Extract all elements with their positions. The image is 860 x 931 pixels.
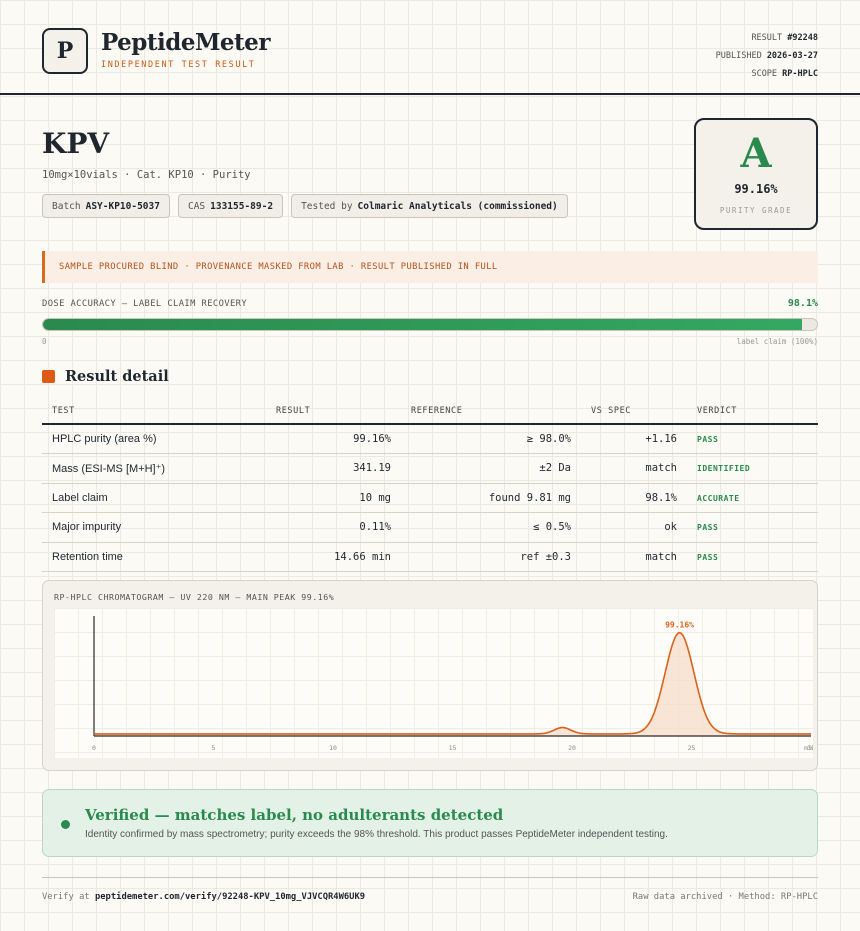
verified-dot-icon bbox=[61, 820, 70, 829]
table-row: Major impurity 0.11% ≤ 0.5% ok PASS bbox=[42, 513, 818, 543]
result-label: RESULT bbox=[751, 33, 783, 43]
cell-result: 14.66 min bbox=[334, 550, 391, 563]
x-axis-unit: min bbox=[804, 744, 813, 752]
cell-result: 0.11% bbox=[359, 521, 391, 534]
table-row: Mass (ESI-MS [M+H]⁺) 341.19 ±2 Da match … bbox=[42, 454, 818, 484]
chromatogram-title: RP-HPLC CHROMATOGRAM — UV 220 NM — MAIN … bbox=[54, 592, 335, 602]
grade-value: 99.16% bbox=[734, 182, 778, 196]
cell-vs-spec: match bbox=[645, 462, 677, 475]
cell-verdict: IDENTIFIED bbox=[697, 464, 751, 474]
cell-reference: ≥ 98.0% bbox=[526, 433, 571, 445]
table-row: HPLC purity (area %) 99.16% ≥ 98.0% +1.1… bbox=[42, 425, 818, 455]
footer-method: Raw data archived · Method: RP-HPLC bbox=[632, 892, 818, 902]
tested-by-chip: Tested by Colmaric Analyticals (commissio… bbox=[291, 194, 568, 218]
chip-label: CAS bbox=[187, 200, 206, 212]
dose-value: 98.1% bbox=[787, 298, 818, 309]
verified-banner: Verified — matches label, no adulterants… bbox=[42, 789, 818, 857]
x-tick-label: 15 bbox=[449, 744, 457, 752]
dose-max-label: label claim (100%) bbox=[736, 337, 818, 346]
header: P PeptideMeter INDEPENDENT TEST RESULT R… bbox=[0, 0, 860, 95]
cell-test: Major impurity bbox=[52, 521, 122, 534]
cell-verdict: PASS bbox=[697, 435, 719, 444]
logo[interactable]: P bbox=[42, 28, 88, 74]
dose-progress-fill bbox=[43, 319, 803, 330]
footer-verify: Verify at peptidemeter.com/verify/92248-… bbox=[42, 892, 365, 902]
cell-reference: ±2 Da bbox=[539, 462, 571, 475]
cell-verdict: PASS bbox=[697, 552, 719, 562]
x-tick-label: 25 bbox=[688, 744, 696, 752]
section-marker-icon bbox=[42, 370, 55, 383]
cell-reference: found 9.81 mg bbox=[488, 491, 571, 504]
chip-value: ASY-KP10-5037 bbox=[85, 200, 160, 212]
verified-description: Identity confirmed by mass spectrometry;… bbox=[85, 829, 668, 840]
cell-test: Label claim bbox=[52, 491, 108, 504]
scope-value: RP-HPLC bbox=[782, 69, 818, 79]
table-row: Label claim 10 mg found 9.81 mg 98.1% AC… bbox=[42, 484, 818, 514]
verify-prefix: Verify at bbox=[42, 892, 90, 902]
section-title: Result detail bbox=[65, 368, 169, 385]
cell-vs-spec: ok bbox=[664, 521, 677, 534]
header-verdict: VERDICT bbox=[697, 406, 738, 416]
x-tick-label: 0 bbox=[92, 744, 96, 752]
x-tick-label: 20 bbox=[568, 744, 576, 752]
cell-test: HPLC purity (area %) bbox=[52, 433, 157, 445]
header-vs-spec: VS SPEC bbox=[591, 406, 632, 416]
chromatogram-card: RP-HPLC CHROMATOGRAM — UV 220 NM — MAIN … bbox=[42, 580, 818, 771]
published-date: 2026-03-27 bbox=[766, 51, 818, 61]
cell-result: 341.19 bbox=[353, 462, 391, 475]
blind-notice: SAMPLE PROCURED BLIND · PROVENANCE MASKE… bbox=[42, 251, 818, 283]
footer-divider bbox=[42, 877, 818, 878]
cas-chip: CAS 133155-89-2 bbox=[177, 194, 284, 218]
chip-label: Tested by bbox=[301, 200, 353, 212]
cell-verdict: PASS bbox=[697, 523, 719, 533]
chip-value: 133155-89-2 bbox=[210, 200, 274, 212]
chromatogram-plot: 051015202530min99.16% bbox=[54, 608, 816, 758]
cell-verdict: ACCURATE bbox=[697, 493, 740, 503]
table-header: TEST RESULT REFERENCE VS SPEC VERDICT bbox=[42, 400, 818, 425]
cell-reference: ref ±0.3 bbox=[520, 550, 571, 563]
product-subtitle: 10mg×10vials · Cat. KP10 · Purity bbox=[42, 169, 251, 181]
x-tick-label: 10 bbox=[329, 744, 337, 752]
grade-label: PURITY GRADE bbox=[719, 206, 793, 215]
cell-result: 99.16% bbox=[353, 433, 391, 445]
peak-label: 99.16% bbox=[665, 621, 694, 630]
x-tick-label: 5 bbox=[212, 744, 216, 752]
dose-min-label: 0 bbox=[42, 337, 47, 346]
result-table: TEST RESULT REFERENCE VS SPEC VERDICT HP… bbox=[42, 400, 818, 572]
dose-label: DOSE ACCURACY — LABEL CLAIM RECOVERY bbox=[42, 299, 248, 309]
chip-label: Batch bbox=[52, 200, 81, 212]
brand-name: PeptideMeter bbox=[101, 29, 270, 56]
product-name: KPV bbox=[42, 127, 110, 160]
chromatogram-area bbox=[94, 632, 811, 736]
cell-test: Mass (ESI-MS [M+H]⁺) bbox=[52, 463, 166, 476]
header-test: TEST bbox=[52, 406, 75, 416]
cell-result: 10 mg bbox=[359, 491, 391, 504]
dose-progress-bar bbox=[42, 318, 818, 331]
result-id: #92248 bbox=[787, 33, 818, 43]
cell-vs-spec: match bbox=[645, 550, 677, 563]
purity-grade-card: A 99.16% PURITY GRADE bbox=[694, 118, 818, 230]
chromatogram-svg: 051015202530min99.16% bbox=[92, 616, 816, 752]
chip-value: Colmaric Analyticals (commissioned) bbox=[357, 200, 558, 212]
product-chips: Batch ASY-KP10-5037 CAS 133155-89-2 Tested… bbox=[42, 194, 568, 218]
brand-subtitle: INDEPENDENT TEST RESULT bbox=[101, 60, 256, 70]
scope-label: SCOPE bbox=[751, 69, 778, 79]
published-label: PUBLISHED bbox=[715, 51, 762, 61]
verify-link[interactable]: peptidemeter.com/verify/92248-KPV_10mg_V… bbox=[95, 892, 365, 902]
header-reference: REFERENCE bbox=[411, 406, 463, 416]
cell-test: Retention time bbox=[52, 550, 123, 563]
grade-letter: A bbox=[740, 130, 772, 177]
cell-vs-spec: +1.16 bbox=[645, 433, 677, 445]
result-meta: RESULT #92248 PUBLISHED 2026-03-27 SCOPE… bbox=[716, 29, 818, 83]
cell-vs-spec: 98.1% bbox=[645, 491, 677, 504]
verified-title: Verified — matches label, no adulterants… bbox=[85, 806, 504, 824]
cell-reference: ≤ 0.5% bbox=[533, 521, 571, 534]
table-row: Retention time 14.66 min ref ±0.3 match … bbox=[42, 543, 818, 572]
header-result: RESULT bbox=[276, 406, 311, 416]
batch-chip: Batch ASY-KP10-5037 bbox=[42, 194, 170, 218]
